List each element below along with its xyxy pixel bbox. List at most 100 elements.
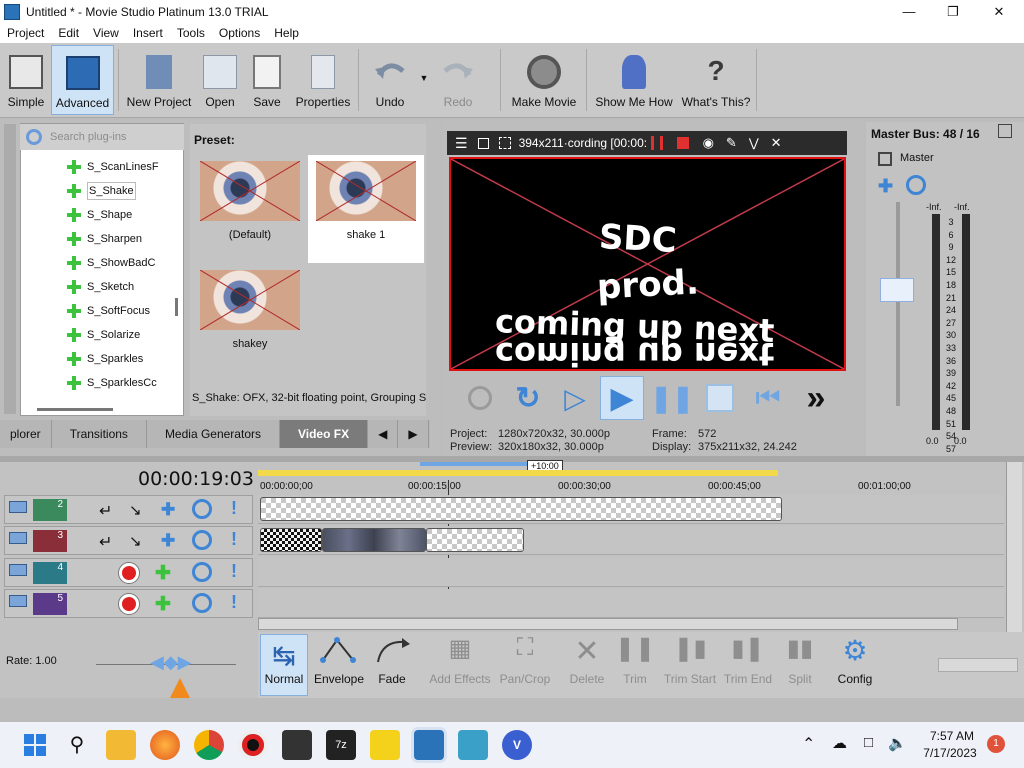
- network-icon[interactable]: ☁: [832, 734, 847, 752]
- trim-end-button[interactable]: ▮❚ Trim End: [722, 634, 774, 696]
- properties-button[interactable]: Properties: [292, 45, 354, 115]
- go-to-start-icon[interactable]: ⏮: [746, 376, 790, 420]
- camera-icon[interactable]: ◉: [703, 135, 714, 151]
- menu-help[interactable]: Help: [267, 26, 306, 40]
- video-clip[interactable]: [426, 528, 524, 552]
- motion-icon[interactable]: ↘: [129, 501, 142, 519]
- panel-grip[interactable]: [4, 124, 16, 414]
- close-recorder-icon[interactable]: ✕: [771, 135, 782, 151]
- timeline-hscrollbar[interactable]: [258, 618, 958, 630]
- display-icon[interactable]: □: [864, 734, 873, 751]
- show-me-how-button[interactable]: Show Me How: [592, 45, 676, 115]
- tree-scrollbar[interactable]: [175, 298, 178, 316]
- track-fx-icon[interactable]: ✚: [155, 593, 171, 616]
- volume-fader-track[interactable]: [896, 202, 900, 406]
- arm-record-icon[interactable]: [119, 563, 139, 583]
- track-expand-icon[interactable]: [9, 532, 27, 544]
- start-icon[interactable]: [20, 730, 50, 760]
- track-lane-2[interactable]: [258, 495, 1004, 524]
- tree-hscrollbar[interactable]: [37, 408, 113, 411]
- pause-icon[interactable]: ❚❚: [650, 376, 694, 420]
- chrome-icon[interactable]: [194, 730, 224, 760]
- tab-video-fx[interactable]: Video FX: [279, 420, 369, 448]
- scrub-control-icon[interactable]: ◀◆▶: [150, 652, 192, 673]
- tree-item-selected[interactable]: S_Shake: [67, 180, 136, 202]
- monitor-app-icon[interactable]: [458, 730, 488, 760]
- tree-item[interactable]: S_SoftFocus: [67, 300, 150, 322]
- tab-explorer[interactable]: plorer: [0, 420, 52, 448]
- movie-studio-icon[interactable]: [414, 730, 444, 760]
- split-button[interactable]: ▮▮ Split: [778, 634, 822, 696]
- arm-record-icon[interactable]: [119, 594, 139, 614]
- tree-item[interactable]: S_Sketch: [67, 276, 134, 298]
- menu-icon[interactable]: ☰: [455, 135, 468, 152]
- time-selection-bar[interactable]: [258, 470, 778, 476]
- firefox-icon[interactable]: [150, 730, 180, 760]
- timeline-vscrollbar[interactable]: [1006, 462, 1022, 632]
- search-icon[interactable]: ⚲: [62, 730, 92, 760]
- menu-insert[interactable]: Insert: [126, 26, 170, 40]
- menu-view[interactable]: View: [86, 26, 126, 40]
- save-button[interactable]: Save: [246, 45, 288, 115]
- notification-badge[interactable]: 1: [987, 735, 1005, 753]
- add-effects-button[interactable]: ▦ Add Effects: [424, 634, 496, 696]
- track-header-video-2[interactable]: 2 ↵ ↘ ✚ !: [4, 495, 253, 524]
- mute-icon[interactable]: [192, 562, 212, 582]
- track-lane-5[interactable]: [258, 589, 1004, 618]
- open-button[interactable]: Open: [198, 45, 242, 115]
- mute-icon[interactable]: [906, 175, 926, 195]
- track-expand-icon[interactable]: [9, 564, 27, 576]
- track-fx-icon[interactable]: ✚: [155, 562, 171, 585]
- recorder-icon[interactable]: [238, 730, 268, 760]
- master-options-icon[interactable]: [998, 124, 1012, 138]
- simple-button[interactable]: Simple: [4, 45, 48, 115]
- motion-icon[interactable]: ↘: [129, 532, 142, 550]
- tree-item[interactable]: S_Solarize: [67, 324, 140, 346]
- whats-this-button[interactable]: ? What's This?: [680, 45, 752, 115]
- square-icon[interactable]: [477, 137, 489, 149]
- volume-fader-handle[interactable]: [880, 278, 914, 302]
- play-button[interactable]: ▶: [600, 376, 644, 420]
- solo-icon[interactable]: !: [231, 529, 237, 550]
- advanced-button[interactable]: Advanced: [51, 45, 114, 115]
- loop-icon[interactable]: ↻: [506, 376, 550, 420]
- master-fx-icon[interactable]: [878, 152, 892, 166]
- master-fx-plug-icon[interactable]: ✚: [878, 176, 893, 197]
- minimize-button[interactable]: —: [886, 0, 932, 23]
- record-button[interactable]: [458, 376, 502, 420]
- file-explorer-icon[interactable]: [106, 730, 136, 760]
- stop-record-icon[interactable]: [676, 137, 689, 149]
- y-app-icon[interactable]: [370, 730, 400, 760]
- preset-shakey[interactable]: shakey: [200, 270, 300, 350]
- search-box[interactable]: Search plug-ins: [20, 124, 184, 150]
- mute-icon[interactable]: [192, 593, 212, 613]
- loop-region-bar[interactable]: [420, 462, 530, 466]
- make-movie-button[interactable]: Make Movie: [508, 45, 580, 115]
- config-button[interactable]: ⚙ Config: [830, 634, 880, 696]
- track-fx-icon[interactable]: ✚: [161, 531, 175, 551]
- envelope-tool-button[interactable]: Envelope: [312, 634, 366, 696]
- normal-tool-button[interactable]: ↹ Normal: [260, 634, 308, 696]
- track-lane-4[interactable]: [258, 558, 1004, 587]
- pause-record-icon[interactable]: [650, 136, 663, 150]
- mute-icon[interactable]: [192, 499, 212, 519]
- solo-icon[interactable]: !: [231, 592, 237, 613]
- pan-crop-button[interactable]: ⛶ Pan/Crop: [498, 634, 552, 696]
- maximize-button[interactable]: ❐: [930, 0, 976, 23]
- play-from-start-icon[interactable]: ▷: [553, 376, 597, 420]
- pencil-icon[interactable]: ✎: [726, 135, 737, 151]
- track-header-audio-5[interactable]: 5 ✚ !: [4, 589, 253, 618]
- mute-icon[interactable]: [192, 530, 212, 550]
- solo-icon[interactable]: !: [231, 561, 237, 582]
- track-expand-icon[interactable]: [9, 595, 27, 607]
- track-header-audio-4[interactable]: 4 ✚ !: [4, 558, 253, 587]
- tree-item[interactable]: S_ShowBadC: [67, 252, 156, 274]
- v-app-icon[interactable]: V: [502, 730, 532, 760]
- collapse-icon[interactable]: ⋁: [749, 136, 759, 150]
- track-fx-icon[interactable]: ✚: [161, 500, 175, 520]
- tab-scroll-right-icon[interactable]: ▶: [398, 420, 429, 448]
- undo-dropdown-icon[interactable]: ▼: [418, 45, 430, 115]
- preset-shake-1[interactable]: shake 1: [308, 155, 424, 263]
- tree-item[interactable]: S_SparklesCc: [67, 372, 157, 394]
- clock-date[interactable]: 7/17/2023: [918, 746, 982, 760]
